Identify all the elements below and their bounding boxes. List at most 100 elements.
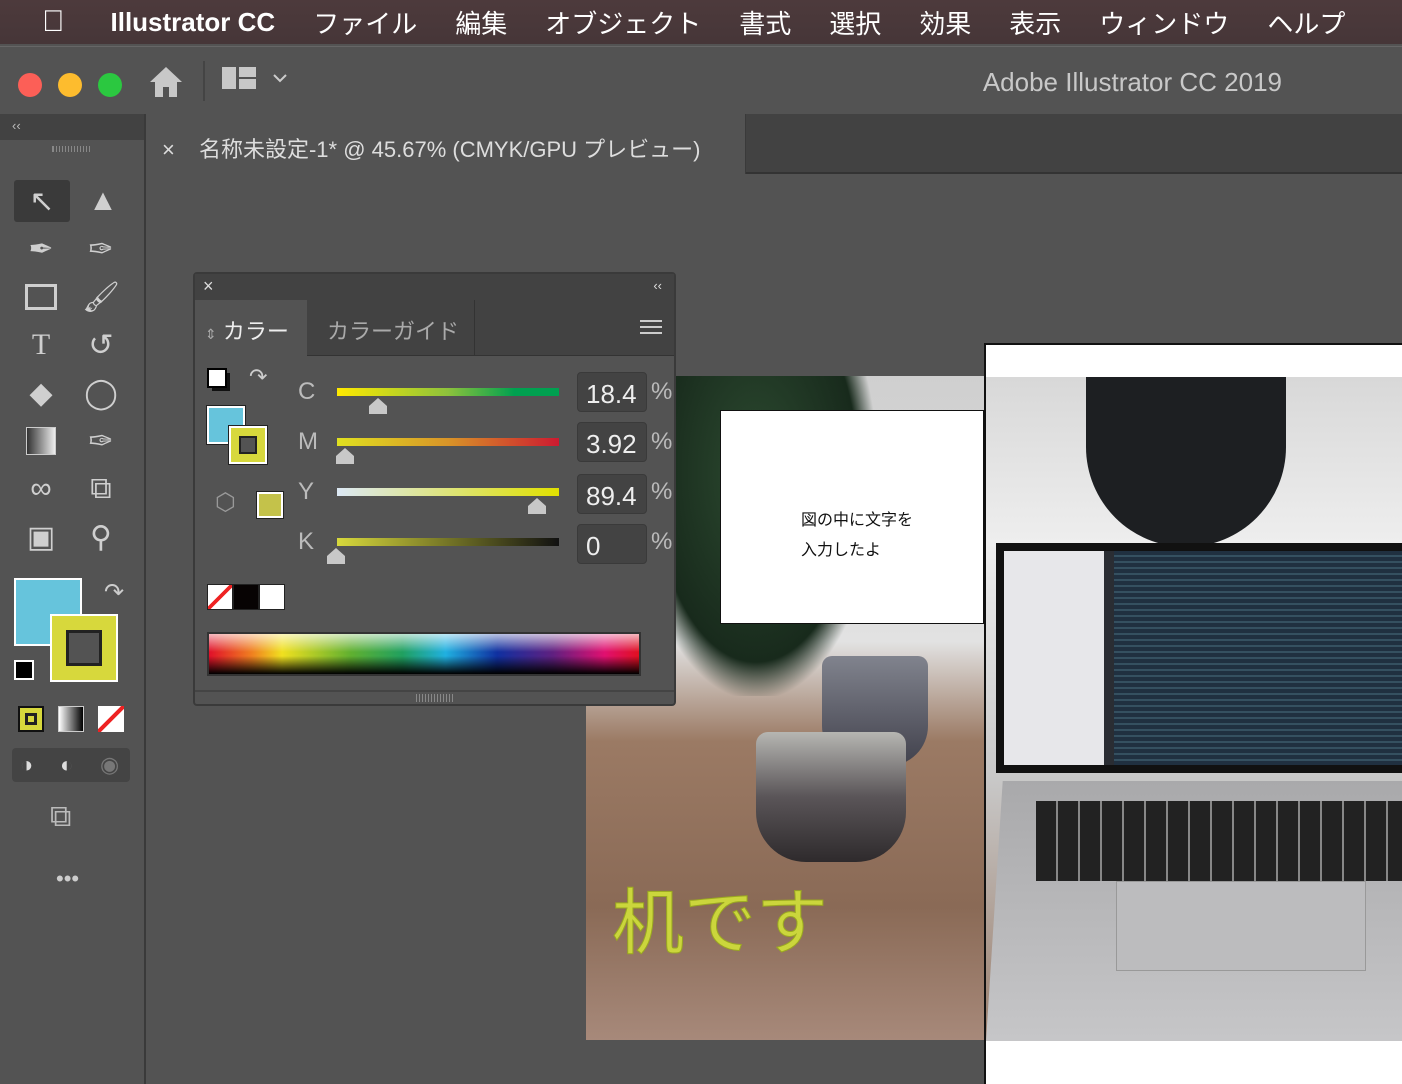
tab-label: カラーガイド — [327, 319, 460, 344]
document-tabs: × 名称未設定-1* @ 45.67% (CMYK/GPU プレビュー) — [148, 114, 1402, 174]
menu-edit[interactable]: 編集 — [455, 4, 507, 41]
close-tab-button[interactable]: × — [162, 137, 175, 162]
eraser-tool-icon[interactable]: ◆ — [16, 372, 66, 414]
menu-object[interactable]: オブジェクト — [545, 4, 701, 41]
default-colors-icon[interactable] — [207, 368, 227, 388]
menu-window[interactable]: ウィンドウ — [1099, 4, 1229, 41]
rectangle-tool-icon[interactable] — [16, 276, 66, 318]
edit-toolbar-button[interactable]: ••• — [56, 866, 79, 892]
screen-mode-icon[interactable]: ⧉ — [50, 800, 71, 834]
curvature-tool-icon[interactable]: ✑ — [76, 228, 126, 270]
menu-app[interactable]: Illustrator CC — [111, 7, 276, 38]
swap-colors-icon[interactable]: ↷ — [249, 364, 267, 390]
eyedropper-tool-icon[interactable]: ✑ — [76, 420, 126, 462]
cyan-slider-thumb[interactable] — [369, 398, 387, 414]
type-tool-icon[interactable]: T — [16, 324, 66, 366]
chevron-down-icon[interactable] — [272, 73, 288, 83]
candle-image — [756, 732, 906, 862]
stroke-swatch[interactable] — [228, 425, 268, 465]
draw-mode-group: ◑ ◐ ◉ — [12, 748, 130, 782]
none-swatch[interactable] — [207, 584, 233, 610]
laptop-screen-image — [996, 543, 1402, 773]
yellow-slider[interactable] — [337, 488, 559, 496]
black-slider[interactable] — [337, 538, 559, 546]
percent-label: % — [651, 478, 673, 505]
text-line: 入力したよ — [801, 540, 882, 559]
percent-label: % — [651, 528, 673, 555]
selection-tool-icon[interactable]: ↖ — [14, 180, 70, 222]
tab-color-guide[interactable]: カラーガイド — [309, 300, 475, 356]
menu-file[interactable]: ファイル — [313, 4, 417, 41]
color-panel: × ‹‹ ⇕ カラー カラーガイド ↷ ⬡ C 18.4 % M 3.92 % … — [193, 272, 676, 706]
in-gamut-swatch[interactable] — [256, 491, 284, 519]
yellow-input[interactable]: 89.4 — [577, 474, 647, 514]
paintbrush-tool-icon[interactable]: 🖌 — [76, 276, 126, 318]
apple-menu-icon[interactable]:  — [42, 5, 65, 39]
guitar-image — [1086, 377, 1286, 547]
gradient-tool-icon[interactable] — [16, 420, 66, 462]
laptop-keyboard-image — [986, 781, 1402, 1041]
cyan-label: C — [298, 378, 316, 405]
cyan-slider[interactable] — [337, 388, 559, 396]
text-box[interactable]: 図の中に文字を 入力したよ — [720, 410, 984, 624]
default-colors-icon[interactable] — [14, 660, 34, 680]
gradient-mode-icon[interactable] — [58, 706, 84, 732]
draw-inside-icon[interactable]: ◉ — [100, 752, 119, 778]
grip-icon[interactable] — [52, 146, 92, 152]
percent-label: % — [651, 428, 673, 455]
black-input[interactable]: 0 — [577, 524, 647, 564]
artboard-tool-icon[interactable]: ▣ — [16, 516, 66, 558]
close-window-button[interactable] — [18, 73, 42, 97]
close-panel-button[interactable]: × — [203, 276, 214, 297]
minimize-window-button[interactable] — [58, 73, 82, 97]
stroke-swatch[interactable] — [50, 614, 118, 682]
magenta-slider[interactable] — [337, 438, 559, 446]
panel-menu-icon[interactable] — [640, 320, 662, 334]
tab-color[interactable]: ⇕ カラー — [195, 300, 307, 356]
window-title: Adobe Illustrator CC 2019 — [982, 67, 1282, 97]
swap-fill-stroke-icon[interactable]: ↷ — [104, 578, 124, 607]
out-of-gamut-icon[interactable]: ⬡ — [215, 488, 236, 517]
menu-help[interactable]: ヘルプ — [1267, 4, 1345, 41]
magenta-input[interactable]: 3.92 — [577, 422, 647, 462]
menu-select[interactable]: 選択 — [829, 4, 881, 41]
zoom-window-button[interactable] — [98, 73, 122, 97]
home-icon[interactable] — [148, 65, 184, 99]
collapse-toolbar-button[interactable]: ‹‹ — [0, 114, 144, 140]
laptop-photo — [986, 377, 1402, 1041]
tab-label: カラー — [222, 319, 289, 344]
blend-tool-icon[interactable]: ∞ — [16, 468, 66, 510]
menu-view[interactable]: 表示 — [1009, 4, 1061, 41]
magenta-slider-thumb[interactable] — [336, 448, 354, 464]
color-spectrum[interactable] — [207, 632, 641, 676]
outline-text[interactable]: 机です — [611, 864, 828, 969]
shape-builder-tool-icon[interactable]: ◯ — [76, 372, 126, 414]
magenta-label: M — [298, 428, 318, 455]
rotate-tool-icon[interactable]: ↺ — [76, 324, 126, 366]
menu-effect[interactable]: 効果 — [919, 4, 971, 41]
color-mode-icon[interactable] — [18, 706, 44, 732]
title-bar: Adobe Illustrator CC 2019 — [0, 46, 1402, 114]
tab-document[interactable]: × 名称未設定-1* @ 45.67% (CMYK/GPU プレビュー) — [148, 114, 746, 174]
menu-type[interactable]: 書式 — [739, 4, 791, 41]
symbol-sprayer-tool-icon[interactable]: ⧉ — [76, 468, 126, 510]
zoom-tool-icon[interactable]: ⚲ — [76, 516, 126, 558]
text-line: 図の中に文字を — [801, 510, 914, 529]
yellow-slider-thumb[interactable] — [528, 498, 546, 514]
pen-tool-icon[interactable]: ✒ — [16, 228, 66, 270]
draw-behind-icon[interactable]: ◐ — [60, 752, 73, 778]
cyan-input[interactable]: 18.4 — [577, 372, 647, 412]
black-swatch[interactable] — [233, 584, 259, 610]
white-swatch[interactable] — [259, 584, 285, 610]
menu-bar:  Illustrator CC ファイル 編集 オブジェクト 書式 選択 効果… — [0, 0, 1402, 44]
workspace-layout-icon[interactable] — [222, 67, 258, 93]
none-mode-icon[interactable] — [98, 706, 124, 732]
panel-resize-grip[interactable] — [195, 690, 674, 704]
tools-panel: ‹‹ ↖ ▲ ✒ ✑ 🖌 T ↺ ◆ ◯ ✑ ∞ ⧉ ▣ ⚲ ↷ ◑ ◐ ◉ ⧉… — [0, 114, 146, 1084]
direct-selection-tool-icon[interactable]: ▲ — [78, 180, 128, 222]
black-slider-thumb[interactable] — [327, 548, 345, 564]
yellow-label: Y — [298, 478, 315, 505]
draw-normal-icon[interactable]: ◑ — [20, 752, 33, 778]
artboard[interactable] — [984, 343, 1402, 1084]
collapse-panel-button[interactable]: ‹‹ — [653, 278, 662, 293]
